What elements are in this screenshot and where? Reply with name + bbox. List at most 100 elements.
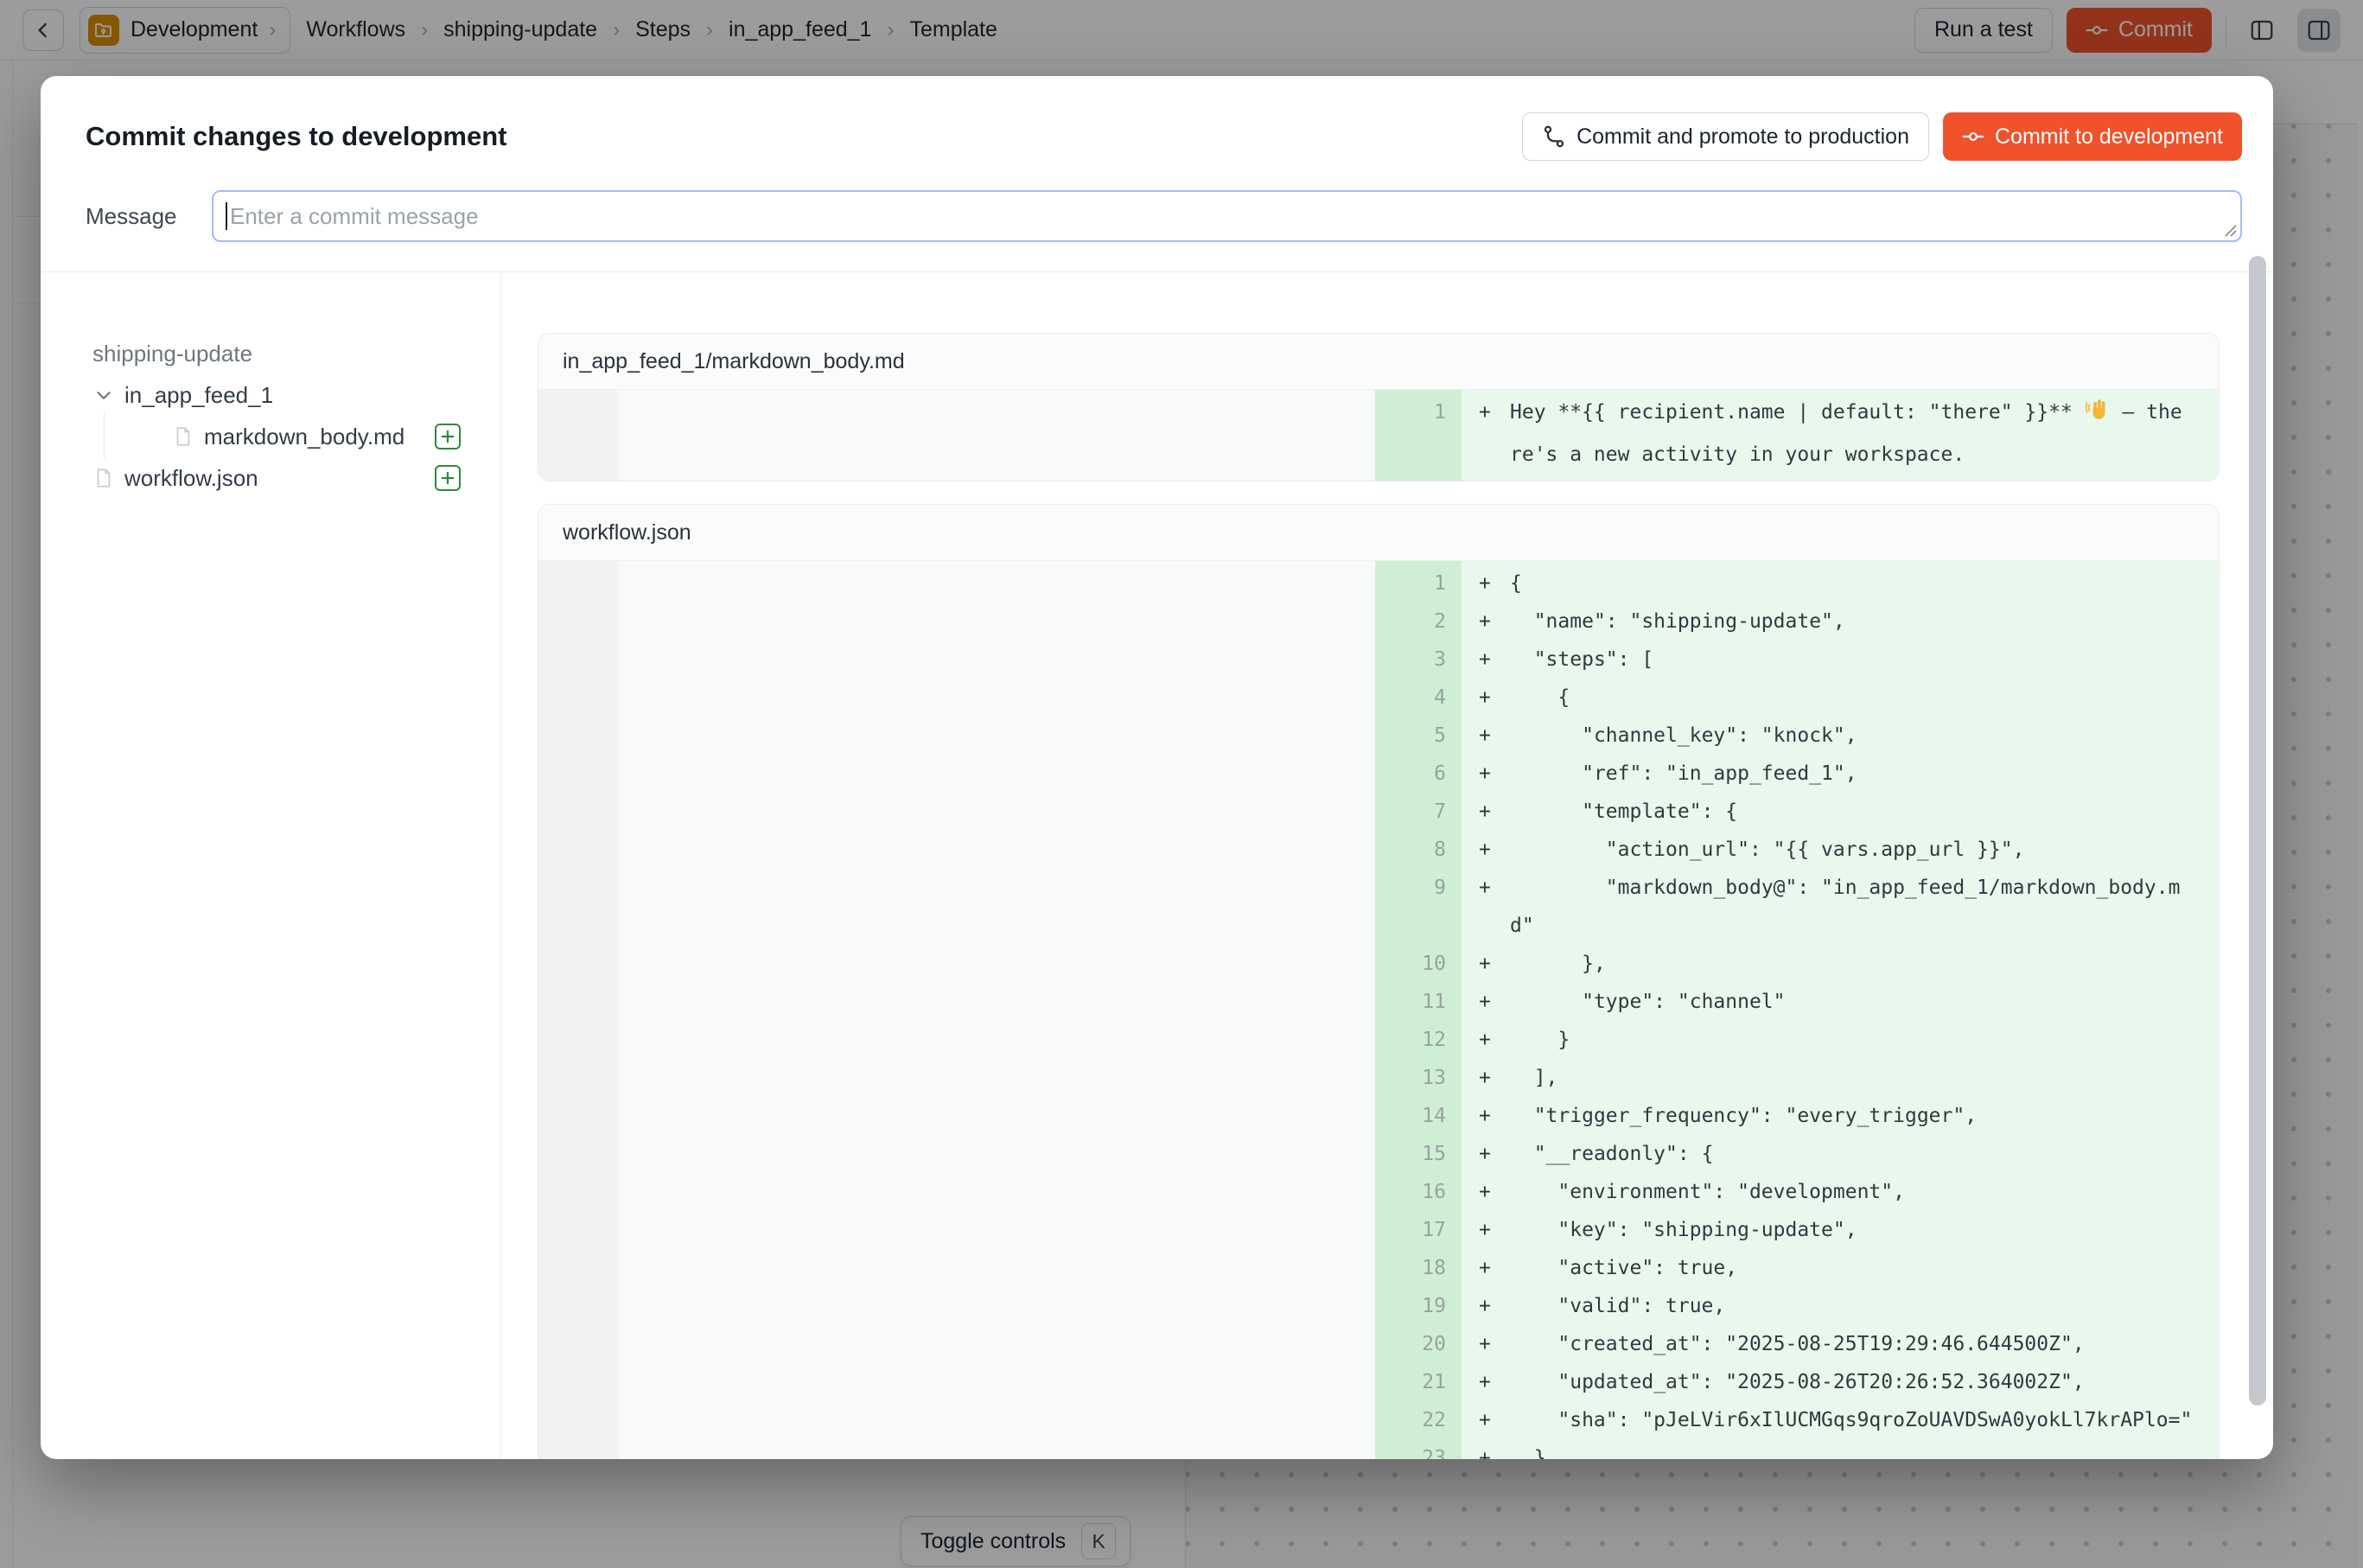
old-line-code bbox=[618, 1363, 1375, 1401]
diff-card: workflow.json 1+{2+ "name": "shipping-up… bbox=[538, 504, 2220, 1459]
diff-add-marker: + bbox=[1462, 1021, 1510, 1059]
new-line-code: + "steps": [ bbox=[1462, 641, 2219, 679]
diff-line: 1+{ bbox=[538, 564, 2219, 602]
old-line-code bbox=[618, 1325, 1375, 1363]
tree-group-in-app-feed[interactable]: in_app_feed_1 bbox=[92, 374, 461, 416]
new-line-code: + "environment": "development", bbox=[1462, 1173, 2219, 1211]
new-line-number: 10 bbox=[1375, 945, 1462, 983]
new-line-number: 6 bbox=[1375, 755, 1462, 793]
new-line-code: + "updated_at": "2025-08-26T20:26:52.364… bbox=[1462, 1363, 2219, 1401]
old-line-code bbox=[618, 869, 1375, 945]
commit-and-promote-button[interactable]: Commit and promote to production bbox=[1522, 112, 1929, 161]
new-line-number: 11 bbox=[1375, 983, 1462, 1021]
diff-add-marker: + bbox=[1462, 983, 1510, 1021]
new-line-number: 1 bbox=[1375, 564, 1462, 602]
old-line-number bbox=[538, 831, 618, 869]
new-line-number: 8 bbox=[1375, 831, 1462, 869]
chevron-down-icon bbox=[92, 384, 115, 406]
old-line-number bbox=[538, 869, 618, 945]
code-text: "__readonly": { bbox=[1510, 1135, 2219, 1173]
old-line-code bbox=[618, 717, 1375, 755]
app-root: Development › Workflows › shipping-updat… bbox=[0, 0, 2363, 1568]
new-line-number: 5 bbox=[1375, 717, 1462, 755]
new-line-code: + "channel_key": "knock", bbox=[1462, 717, 2219, 755]
resize-grip-icon[interactable] bbox=[2223, 223, 2237, 237]
old-line-code bbox=[618, 793, 1375, 831]
diff-line: 9+ "markdown_body@": "in_app_feed_1/mark… bbox=[538, 869, 2219, 945]
old-line-code bbox=[618, 831, 1375, 869]
code-text: "valid": true, bbox=[1510, 1287, 2219, 1325]
old-line-code bbox=[618, 1287, 1375, 1325]
diff-line: 11+ "type": "channel" bbox=[538, 983, 2219, 1021]
new-line-number: 4 bbox=[1375, 679, 1462, 717]
tree-file-label: markdown_body.md bbox=[204, 424, 404, 450]
new-line-number: 18 bbox=[1375, 1249, 1462, 1287]
old-line-code bbox=[618, 1021, 1375, 1059]
diff-file-name: in_app_feed_1/markdown_body.md bbox=[538, 334, 2219, 390]
old-line-number bbox=[538, 1173, 618, 1211]
old-line-number bbox=[538, 1439, 618, 1459]
modal-title: Commit changes to development bbox=[86, 121, 506, 152]
old-line-number bbox=[538, 641, 618, 679]
diff-panel: in_app_feed_1/markdown_body.md 1+Hey **{… bbox=[501, 272, 2273, 1459]
code-text: "sha": "pJeLVir6xIlUCMGqs9qroZoUAVDSwA0y… bbox=[1510, 1401, 2219, 1439]
plus-icon bbox=[440, 429, 455, 444]
commit-to-development-button[interactable]: Commit to development bbox=[1943, 112, 2242, 161]
old-line-code bbox=[618, 1059, 1375, 1097]
code-text: } bbox=[1510, 1021, 2219, 1059]
commit-message-placeholder: Enter a commit message bbox=[230, 203, 479, 230]
code-text: { bbox=[1510, 564, 2219, 602]
code-text: "active": true, bbox=[1510, 1249, 2219, 1287]
old-line-number bbox=[538, 945, 618, 983]
diff-line: 12+ } bbox=[538, 1021, 2219, 1059]
commit-to-development-label: Commit to development bbox=[1995, 124, 2223, 150]
diff-add-marker: + bbox=[1462, 755, 1510, 793]
commit-modal-header: Commit changes to development Commit and… bbox=[41, 76, 2273, 271]
new-line-number: 3 bbox=[1375, 641, 1462, 679]
diff-add-marker: + bbox=[1462, 564, 1510, 602]
diff-line: 13+ ], bbox=[538, 1059, 2219, 1097]
new-line-code: + }, bbox=[1462, 945, 2219, 983]
diff-add-marker: + bbox=[1462, 1173, 1510, 1211]
new-line-number: 19 bbox=[1375, 1287, 1462, 1325]
old-line-code bbox=[618, 602, 1375, 641]
diff-add-marker: + bbox=[1462, 1249, 1510, 1287]
old-line-number bbox=[538, 1097, 618, 1135]
commit-and-promote-label: Commit and promote to production bbox=[1576, 124, 1909, 150]
diff-add-marker: + bbox=[1462, 1211, 1510, 1249]
tree-group-label: in_app_feed_1 bbox=[124, 382, 273, 409]
code-text: ], bbox=[1510, 1059, 2219, 1097]
code-text: } bbox=[1510, 1439, 2219, 1459]
old-line-code bbox=[618, 393, 1375, 474]
new-line-number: 16 bbox=[1375, 1173, 1462, 1211]
old-line-code bbox=[618, 1211, 1375, 1249]
diff-line: 22+ "sha": "pJeLVir6xIlUCMGqs9qroZoUAVDS… bbox=[538, 1401, 2219, 1439]
commit-message-input[interactable]: Enter a commit message bbox=[212, 190, 2242, 242]
diff-line: 2+ "name": "shipping-update", bbox=[538, 602, 2219, 641]
diff-line: 23+ } bbox=[538, 1439, 2219, 1459]
modal-scrollbar-thumb[interactable] bbox=[2249, 256, 2266, 1405]
old-line-number bbox=[538, 1059, 618, 1097]
diff-line: 16+ "environment": "development", bbox=[538, 1173, 2219, 1211]
diff-line: 3+ "steps": [ bbox=[538, 641, 2219, 679]
diff-line: 4+ { bbox=[538, 679, 2219, 717]
file-added-badge bbox=[435, 465, 461, 491]
diff-add-marker: + bbox=[1462, 1287, 1510, 1325]
new-line-code: + "ref": "in_app_feed_1", bbox=[1462, 755, 2219, 793]
new-line-code: + } bbox=[1462, 1439, 2219, 1459]
code-text: "steps": [ bbox=[1510, 641, 2219, 679]
commit-modal: Commit changes to development Commit and… bbox=[41, 76, 2273, 1459]
new-line-code: + "name": "shipping-update", bbox=[1462, 602, 2219, 641]
old-line-code bbox=[618, 983, 1375, 1021]
new-line-number: 22 bbox=[1375, 1401, 1462, 1439]
tree-file-label: workflow.json bbox=[124, 465, 258, 492]
diff-add-marker: + bbox=[1462, 1439, 1510, 1459]
tree-file-workflow-json[interactable]: workflow.json bbox=[92, 457, 461, 499]
new-line-number: 20 bbox=[1375, 1325, 1462, 1363]
tree-file-markdown-body[interactable]: markdown_body.md bbox=[92, 416, 461, 457]
old-line-code bbox=[618, 1135, 1375, 1173]
new-line-code: + } bbox=[1462, 1021, 2219, 1059]
old-line-code bbox=[618, 679, 1375, 717]
diff-line: 8+ "action_url": "{{ vars.app_url }}", bbox=[538, 831, 2219, 869]
file-icon bbox=[172, 425, 194, 448]
